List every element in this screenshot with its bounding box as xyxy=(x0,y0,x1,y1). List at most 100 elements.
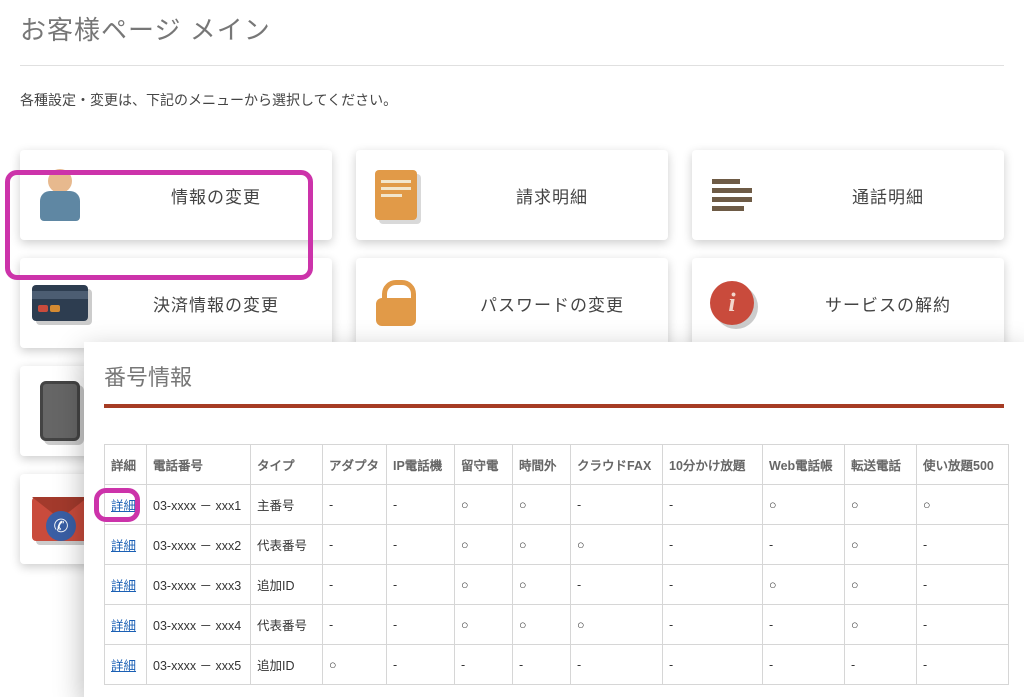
avatar-icon xyxy=(20,150,100,240)
value-cell: ○ xyxy=(845,605,917,645)
value-cell: ○ xyxy=(513,605,571,645)
value-cell: - xyxy=(663,645,763,685)
col-adapter: アダプタ xyxy=(323,445,387,485)
value-cell: - xyxy=(387,645,455,685)
table-row: 詳細03-xxxx － xxx1主番号--○○--○○○ xyxy=(105,485,1009,525)
tile-label: サービスの解約 xyxy=(772,291,1004,316)
tile-info-change[interactable]: 情報の変更 xyxy=(20,150,332,240)
type-cell: 主番号 xyxy=(251,485,323,525)
value-cell: ○ xyxy=(455,605,513,645)
value-cell: ○ xyxy=(845,525,917,565)
panel-separator xyxy=(104,404,1004,408)
value-cell: - xyxy=(663,605,763,645)
tile-billing[interactable]: 請求明細 xyxy=(356,150,668,240)
value-cell: - xyxy=(763,645,845,685)
value-cell: - xyxy=(917,565,1009,605)
tile-service-cancel[interactable]: i サービスの解約 xyxy=(692,258,1004,348)
phone-cell: 03-xxxx － xxx3 xyxy=(147,565,251,605)
value-cell: - xyxy=(387,525,455,565)
detail-cell: 詳細 xyxy=(105,485,147,525)
value-cell: ○ xyxy=(571,605,663,645)
col-ipphone: IP電話機 xyxy=(387,445,455,485)
phone-cell: 03-xxxx － xxx2 xyxy=(147,525,251,565)
tile-password-change[interactable]: パスワードの変更 xyxy=(356,258,668,348)
table-header-row: 詳細 電話番号 タイプ アダプタ IP電話機 留守電 時間外 クラウドFAX 1… xyxy=(105,445,1009,485)
document-icon xyxy=(356,150,436,240)
lock-icon xyxy=(356,258,436,348)
value-cell: - xyxy=(387,565,455,605)
page-title: お客様ページ メイン xyxy=(20,10,1004,47)
value-cell: - xyxy=(323,605,387,645)
tile-label: 決済情報の変更 xyxy=(100,291,332,316)
value-cell: ○ xyxy=(455,525,513,565)
tile-call-log[interactable]: 通話明細 xyxy=(692,150,1004,240)
value-cell: - xyxy=(387,605,455,645)
value-cell: ○ xyxy=(845,565,917,605)
credit-card-icon xyxy=(20,258,100,348)
value-cell: - xyxy=(513,645,571,685)
panel-title: 番号情報 xyxy=(104,360,1004,392)
value-cell: ○ xyxy=(323,645,387,685)
col-forward: 転送電話 xyxy=(845,445,917,485)
col-cloudfax: クラウドFAX xyxy=(571,445,663,485)
col-offhours: 時間外 xyxy=(513,445,571,485)
table-row: 詳細03-xxxx － xxx4代表番号--○○○--○- xyxy=(105,605,1009,645)
value-cell: - xyxy=(663,565,763,605)
info-icon: i xyxy=(692,258,772,348)
value-cell: - xyxy=(663,485,763,525)
table-row: 詳細03-xxxx － xxx3追加ID--○○--○○- xyxy=(105,565,1009,605)
tile-payment-change[interactable]: 決済情報の変更 xyxy=(20,258,332,348)
value-cell: ○ xyxy=(763,485,845,525)
value-cell: ○ xyxy=(455,485,513,525)
value-cell: - xyxy=(917,645,1009,685)
value-cell: - xyxy=(917,525,1009,565)
detail-link[interactable]: 詳細 xyxy=(111,499,136,513)
detail-link[interactable]: 詳細 xyxy=(111,619,136,633)
tile-label: 請求明細 xyxy=(436,183,668,208)
table-row: 詳細03-xxxx － xxx2代表番号--○○○--○- xyxy=(105,525,1009,565)
detail-cell: 詳細 xyxy=(105,565,147,605)
col-phone: 電話番号 xyxy=(147,445,251,485)
detail-link[interactable]: 詳細 xyxy=(111,659,136,673)
value-cell: ○ xyxy=(845,485,917,525)
value-cell: ○ xyxy=(763,565,845,605)
value-cell: ○ xyxy=(455,565,513,605)
list-lines-icon xyxy=(692,150,772,240)
value-cell: - xyxy=(387,485,455,525)
phone-cell: 03-xxxx － xxx5 xyxy=(147,645,251,685)
col-type: タイプ xyxy=(251,445,323,485)
value-cell: - xyxy=(917,605,1009,645)
phone-cell: 03-xxxx － xxx4 xyxy=(147,605,251,645)
value-cell: ○ xyxy=(513,565,571,605)
detail-cell: 詳細 xyxy=(105,645,147,685)
value-cell: - xyxy=(571,485,663,525)
detail-link[interactable]: 詳細 xyxy=(111,579,136,593)
phone-cell: 03-xxxx － xxx1 xyxy=(147,485,251,525)
col-voicemail: 留守電 xyxy=(455,445,513,485)
number-info-panel: 番号情報 詳細 電話番号 タイプ アダプタ IP電話機 留守電 時間外 クラウド… xyxy=(84,342,1024,697)
type-cell: 代表番号 xyxy=(251,605,323,645)
detail-cell: 詳細 xyxy=(105,525,147,565)
value-cell: - xyxy=(571,565,663,605)
tile-label: パスワードの変更 xyxy=(436,291,668,316)
value-cell: ○ xyxy=(513,525,571,565)
detail-link[interactable]: 詳細 xyxy=(111,539,136,553)
value-cell: - xyxy=(663,525,763,565)
value-cell: - xyxy=(455,645,513,685)
value-cell: - xyxy=(845,645,917,685)
number-info-table: 詳細 電話番号 タイプ アダプタ IP電話機 留守電 時間外 クラウドFAX 1… xyxy=(104,444,1009,685)
value-cell: ○ xyxy=(513,485,571,525)
col-unlimited500: 使い放題500 xyxy=(917,445,1009,485)
value-cell: - xyxy=(763,605,845,645)
table-row: 詳細03-xxxx － xxx5追加ID○-------- xyxy=(105,645,1009,685)
value-cell: - xyxy=(323,565,387,605)
tile-label: 通話明細 xyxy=(772,183,1004,208)
type-cell: 代表番号 xyxy=(251,525,323,565)
value-cell: ○ xyxy=(917,485,1009,525)
detail-cell: 詳細 xyxy=(105,605,147,645)
value-cell: ○ xyxy=(571,525,663,565)
col-webbook: Web電話帳 xyxy=(763,445,845,485)
value-cell: - xyxy=(571,645,663,685)
col-10min: 10分かけ放題 xyxy=(663,445,763,485)
separator xyxy=(20,65,1004,66)
